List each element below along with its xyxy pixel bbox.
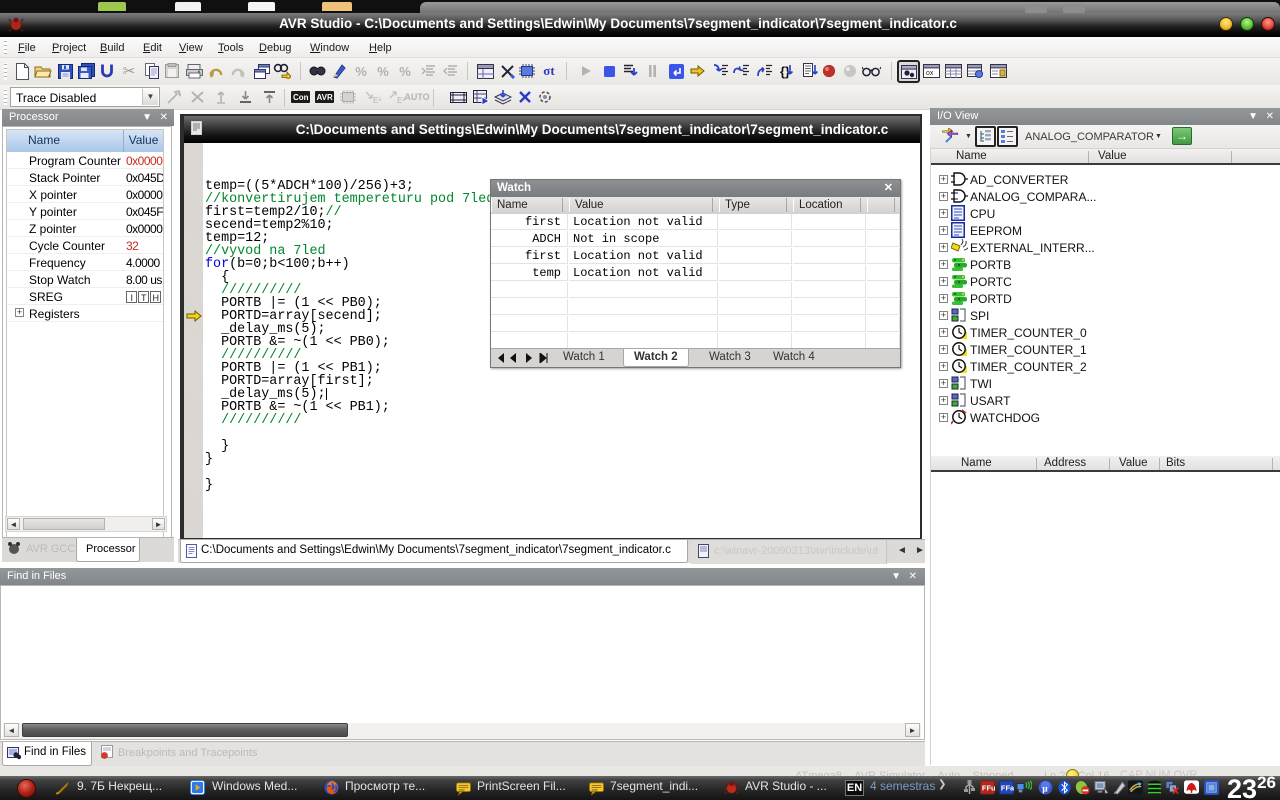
svg-text:µ: µ bbox=[1042, 784, 1048, 794]
svg-text:FFa: FFa bbox=[1001, 783, 1014, 792]
svg-text:AVR: AVR bbox=[316, 93, 333, 102]
svg-text:ox: ox bbox=[926, 70, 934, 77]
svg-text:Con: Con bbox=[293, 93, 309, 102]
svg-text:FFu: FFu bbox=[982, 783, 995, 792]
svg-text:E²: E² bbox=[397, 96, 405, 104]
svg-text:E²: E² bbox=[373, 96, 381, 104]
